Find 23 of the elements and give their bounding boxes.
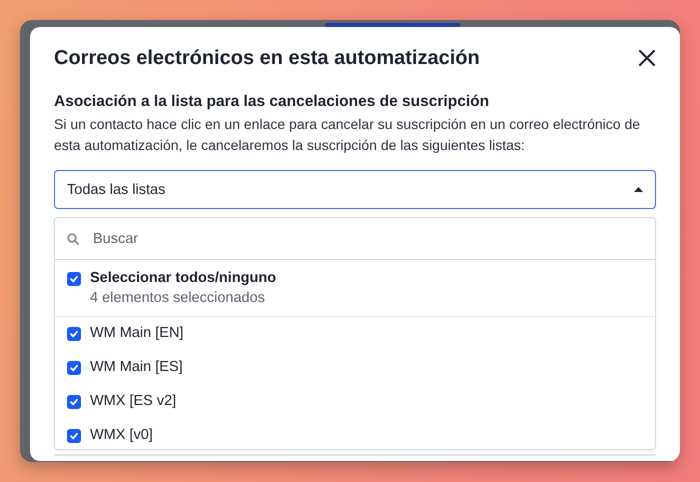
check-icon [69,397,79,407]
checkbox[interactable] [67,272,81,286]
section-description: Si un contacto hace clic en un enlace para cancelar su suscripción en un correo electrónico de esta automatización, le cancelaremos la suscripción de las siguientes listas: [54,115,642,155]
checkbox[interactable] [67,327,81,341]
checkbox[interactable] [67,395,81,409]
check-icon [69,274,79,284]
list-option[interactable]: WM Main [EN] [90,325,184,341]
check-icon [69,329,79,339]
modal-title: Correos electrónicos en esta automatización [54,46,480,70]
list-option[interactable]: WM Main [ES] [90,359,183,375]
list-select[interactable]: Todas las listas [54,170,656,209]
select-all-label[interactable]: Seleccionar todos/ninguno [90,270,276,286]
close-icon[interactable] [638,49,656,67]
section-heading: Asociación a la lista para las cancelaciones de suscripción [54,93,490,111]
search-icon [67,232,79,244]
caret-icon [634,187,643,192]
list-option[interactable]: WMX [ES v2] [90,393,176,409]
checkbox[interactable] [67,361,81,375]
check-icon [69,431,79,441]
list-option[interactable]: WMX [v0] [90,427,153,443]
check-icon [69,363,79,373]
checkbox[interactable] [67,429,81,443]
selected-count: 4 elementos seleccionados [90,290,266,306]
